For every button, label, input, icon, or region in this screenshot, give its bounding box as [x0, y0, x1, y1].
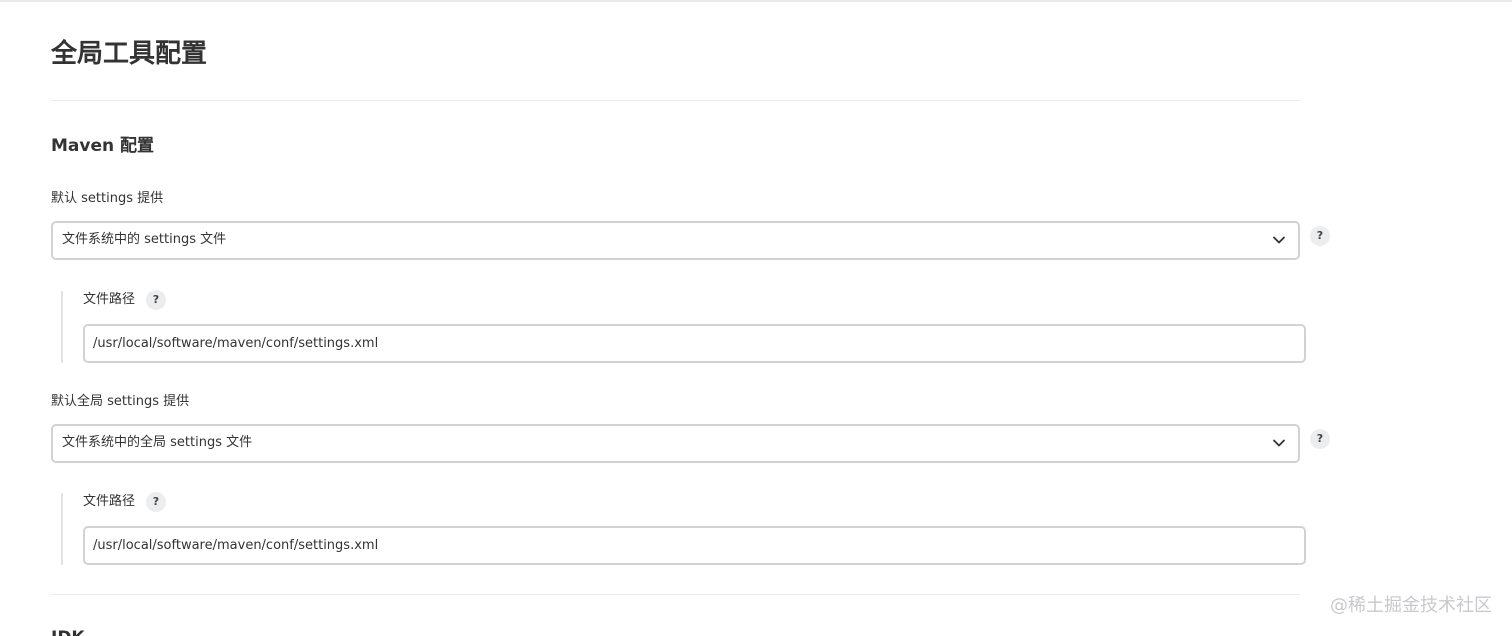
jdk-section-title: JDK: [51, 626, 85, 636]
chevron-down-icon: [1273, 236, 1285, 244]
file-path-help-icon[interactable]: ?: [146, 492, 166, 512]
default-global-settings-help-icon[interactable]: ?: [1310, 429, 1330, 449]
chevron-down-icon: [1273, 439, 1285, 447]
default-settings-selected-value: 文件系统中的 settings 文件: [62, 232, 227, 247]
default-settings-select[interactable]: 文件系统中的 settings 文件: [51, 221, 1300, 260]
default-settings-label: 默认 settings 提供: [51, 191, 164, 206]
title-divider: [51, 100, 1300, 101]
default-global-settings-selected-value: 文件系统中的全局 settings 文件: [62, 435, 253, 450]
watermark: @稀土掘金技术社区: [1330, 595, 1492, 616]
file-path-label: 文件路径: [83, 494, 136, 509]
global-tool-config-page: 全局工具配置 Maven 配置 默认 settings 提供 文件系统中的 se…: [0, 0, 1512, 636]
default-global-settings-select[interactable]: 文件系统中的全局 settings 文件: [51, 424, 1300, 463]
default-global-settings-file-path-input[interactable]: [83, 526, 1306, 565]
file-path-help-icon[interactable]: ?: [146, 290, 166, 310]
maven-section-title: Maven 配置: [51, 136, 155, 156]
default-settings-file-path-input[interactable]: [83, 324, 1306, 363]
top-border: [0, 0, 1512, 2]
default-global-settings-file-path-group: 文件路径 ?: [61, 492, 1306, 565]
default-global-settings-label: 默认全局 settings 提供: [51, 394, 190, 409]
section-divider: [51, 594, 1300, 595]
default-settings-help-icon[interactable]: ?: [1310, 226, 1330, 246]
default-settings-file-path-group: 文件路径 ?: [61, 290, 1306, 363]
file-path-label: 文件路径: [83, 292, 136, 307]
page-title: 全局工具配置: [51, 39, 208, 69]
